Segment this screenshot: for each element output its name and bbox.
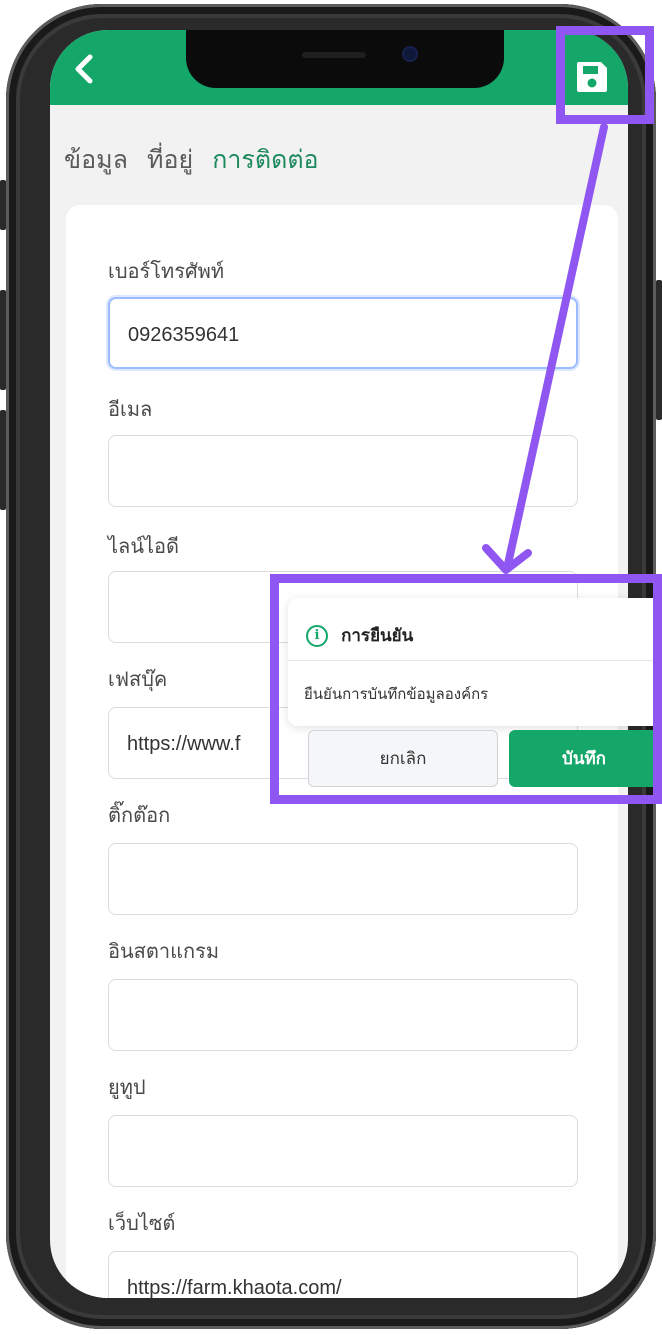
pointer-arrow [482, 123, 608, 574]
